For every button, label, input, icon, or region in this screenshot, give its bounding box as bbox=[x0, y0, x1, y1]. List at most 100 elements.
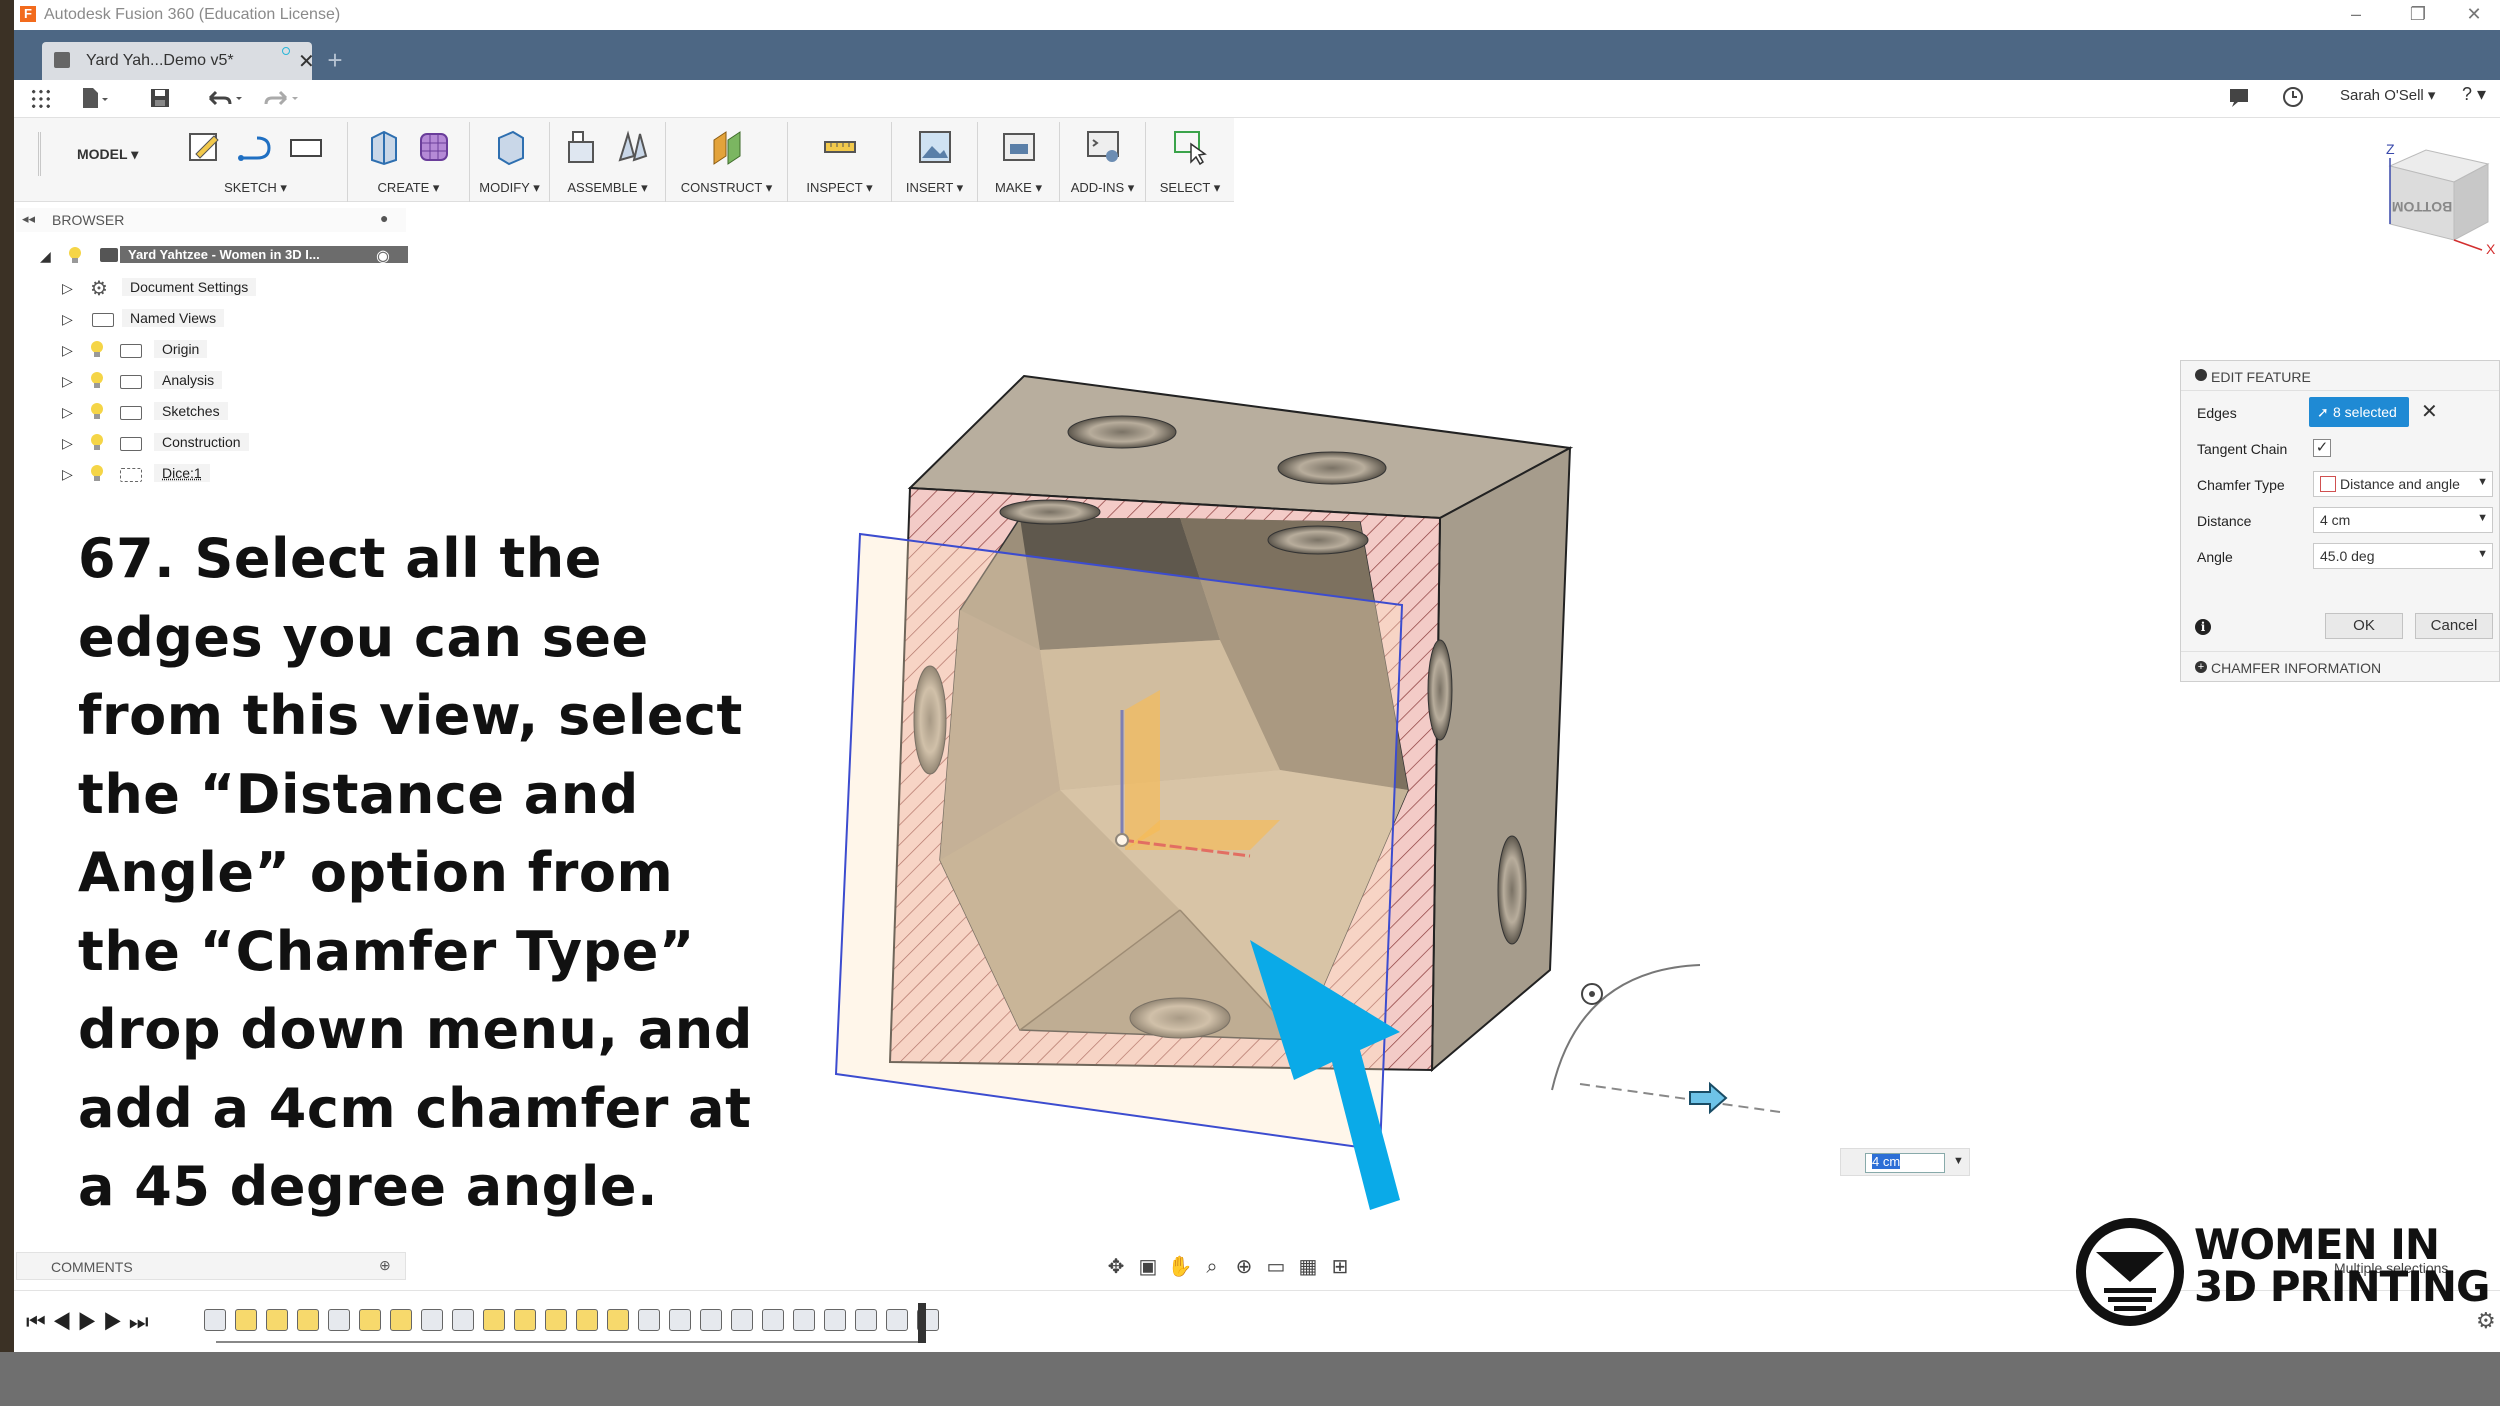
expand-triangle-icon[interactable]: ▷ bbox=[62, 280, 73, 297]
modify-group[interactable]: MODIFY ▾ bbox=[470, 122, 550, 202]
select-icon[interactable] bbox=[1171, 128, 1209, 166]
comments-panel[interactable]: COMMENTS ⊕ bbox=[16, 1252, 406, 1280]
timeline-sketch[interactable] bbox=[545, 1309, 567, 1331]
distance-drag-arrow-icon[interactable] bbox=[1689, 1081, 1728, 1115]
visibility-bulb-icon[interactable] bbox=[90, 433, 104, 451]
timeline-feature[interactable] bbox=[204, 1309, 226, 1331]
visibility-bulb-icon[interactable] bbox=[90, 402, 104, 420]
visibility-bulb-icon[interactable] bbox=[90, 371, 104, 389]
zoom-icon[interactable]: ⌕ bbox=[1196, 1256, 1228, 1279]
expand-triangle-icon[interactable]: ▷ bbox=[62, 466, 73, 483]
collapse-triangle-icon[interactable]: ◢ bbox=[40, 248, 51, 265]
timeline-feature[interactable] bbox=[452, 1309, 474, 1331]
tangent-chain-checkbox[interactable]: ✓ bbox=[2313, 439, 2331, 457]
scripts-icon[interactable] bbox=[1084, 128, 1122, 166]
data-panel-grid-icon[interactable] bbox=[30, 88, 52, 110]
assemble-group[interactable]: ASSEMBLE ▾ bbox=[550, 122, 666, 202]
chamfer-information-section[interactable]: + CHAMFER INFORMATION bbox=[2181, 651, 2499, 683]
angle-input[interactable]: 45.0 deg ▼ bbox=[2313, 543, 2493, 569]
timeline-sketch[interactable] bbox=[359, 1309, 381, 1331]
timeline-feature[interactable] bbox=[824, 1309, 846, 1331]
offset-plane-icon[interactable] bbox=[708, 128, 746, 166]
select-group[interactable]: SELECT ▾ bbox=[1146, 122, 1234, 202]
insert-image-icon[interactable] bbox=[916, 128, 954, 166]
expand-triangle-icon[interactable]: ▷ bbox=[62, 342, 73, 359]
construct-group[interactable]: CONSTRUCT ▾ bbox=[666, 122, 788, 202]
make-group[interactable]: MAKE ▾ bbox=[978, 122, 1060, 202]
joint-icon[interactable] bbox=[614, 128, 652, 166]
dropdown-arrow-icon[interactable]: ▼ bbox=[2477, 548, 2488, 560]
collapse-dialog-icon[interactable] bbox=[2195, 369, 2207, 381]
measure-icon[interactable] bbox=[821, 128, 859, 166]
press-pull-icon[interactable] bbox=[491, 128, 529, 166]
visibility-bulb-icon[interactable] bbox=[90, 464, 104, 482]
edges-selection-button[interactable]: ➚ 8 selected bbox=[2309, 397, 2409, 427]
in-canvas-distance-input[interactable]: 4 cm bbox=[1865, 1153, 1945, 1173]
visibility-bulb-icon[interactable] bbox=[68, 246, 82, 264]
3d-viewport[interactable] bbox=[780, 350, 1960, 1250]
rectangle-icon[interactable] bbox=[287, 128, 325, 166]
create-sketch-icon[interactable] bbox=[186, 128, 224, 166]
dropdown-arrow-icon[interactable]: ▼ bbox=[2477, 512, 2488, 524]
create-group[interactable]: CREATE ▾ bbox=[348, 122, 470, 202]
browser-item-origin[interactable]: ▷ Origin bbox=[62, 338, 362, 362]
new-tab-button[interactable]: + bbox=[320, 44, 350, 78]
help-menu-icon[interactable]: ? ▾ bbox=[2462, 84, 2486, 105]
ok-button[interactable]: OK bbox=[2325, 613, 2403, 639]
timeline-feature[interactable] bbox=[669, 1309, 691, 1331]
browser-item-analysis[interactable]: ▷ Analysis bbox=[62, 369, 362, 393]
timeline-sketch[interactable] bbox=[576, 1309, 598, 1331]
go-to-end-icon[interactable]: ⏭ bbox=[129, 1309, 155, 1334]
dropdown-arrow-icon[interactable]: ▼ bbox=[1953, 1155, 1964, 1167]
extrude-icon[interactable] bbox=[364, 128, 402, 166]
chamfer-type-dropdown[interactable]: Distance and angle ▼ bbox=[2313, 471, 2493, 497]
view-cube[interactable]: BOTTOM Z X bbox=[2370, 140, 2500, 260]
step-back-icon[interactable]: ◀ bbox=[52, 1309, 78, 1334]
workspace-switcher[interactable]: MODEL ▾ bbox=[38, 132, 158, 176]
step-forward-icon[interactable]: ▶ bbox=[103, 1309, 129, 1334]
timeline-sketch[interactable] bbox=[483, 1309, 505, 1331]
line-icon[interactable] bbox=[237, 128, 275, 166]
timeline-feature[interactable] bbox=[700, 1309, 722, 1331]
expand-section-icon[interactable]: + bbox=[2195, 661, 2207, 673]
file-menu-icon[interactable] bbox=[80, 86, 110, 116]
timeline-feature[interactable] bbox=[731, 1309, 753, 1331]
user-account-menu[interactable]: Sarah O'Sell ▾ bbox=[2340, 86, 2435, 104]
pan-hand-icon[interactable]: ✋ bbox=[1164, 1254, 1196, 1279]
expand-triangle-icon[interactable]: ▷ bbox=[62, 373, 73, 390]
timeline-sketch[interactable] bbox=[235, 1309, 257, 1331]
timeline-marker[interactable] bbox=[918, 1303, 926, 1343]
browser-item-sketches[interactable]: ▷ Sketches bbox=[62, 400, 362, 424]
grid-settings-icon[interactable]: ▦ bbox=[1292, 1254, 1324, 1279]
timeline-playback-controls[interactable]: ⏮◀▶▶⏭ bbox=[26, 1309, 155, 1335]
timeline-feature[interactable] bbox=[328, 1309, 350, 1331]
3d-print-icon[interactable] bbox=[1000, 128, 1038, 166]
visibility-bulb-icon[interactable] bbox=[90, 340, 104, 358]
timeline-feature[interactable] bbox=[793, 1309, 815, 1331]
timeline-feature[interactable] bbox=[886, 1309, 908, 1331]
insert-group[interactable]: INSERT ▾ bbox=[892, 122, 978, 202]
play-icon[interactable]: ▶ bbox=[77, 1309, 103, 1334]
in-canvas-distance-box[interactable]: 4 cm ▼ bbox=[1840, 1148, 1970, 1176]
browser-panel-header[interactable]: ◂◂ BROWSER ● bbox=[16, 208, 406, 232]
timeline-sketch[interactable] bbox=[607, 1309, 629, 1331]
job-status-icon[interactable] bbox=[2228, 86, 2250, 114]
clock-icon[interactable] bbox=[2282, 86, 2304, 114]
close-window-button[interactable]: ✕ bbox=[2454, 2, 2494, 26]
timeline-feature[interactable] bbox=[638, 1309, 660, 1331]
document-tab[interactable]: Yard Yah...Demo v5* ✕ bbox=[42, 42, 315, 80]
browser-item-named-views[interactable]: ▷ Named Views bbox=[62, 307, 362, 331]
timeline-sketch[interactable] bbox=[390, 1309, 412, 1331]
timeline-feature[interactable] bbox=[762, 1309, 784, 1331]
redo-icon[interactable] bbox=[258, 86, 302, 116]
sketch-group[interactable]: SKETCH ▾ bbox=[164, 122, 348, 202]
edit-feature-header[interactable]: EDIT FEATURE bbox=[2181, 361, 2499, 391]
browser-item-document-settings[interactable]: ▷ ⚙ Document Settings bbox=[62, 276, 362, 300]
collapse-browser-icon[interactable]: ◂◂ bbox=[22, 211, 35, 227]
look-at-icon[interactable]: ▣ bbox=[1132, 1254, 1164, 1279]
restore-button[interactable]: ❐ bbox=[2398, 2, 2438, 26]
save-icon[interactable] bbox=[148, 86, 172, 116]
timeline-sketch[interactable] bbox=[266, 1309, 288, 1331]
go-to-start-icon[interactable]: ⏮ bbox=[26, 1309, 52, 1334]
undo-icon[interactable] bbox=[202, 86, 246, 116]
